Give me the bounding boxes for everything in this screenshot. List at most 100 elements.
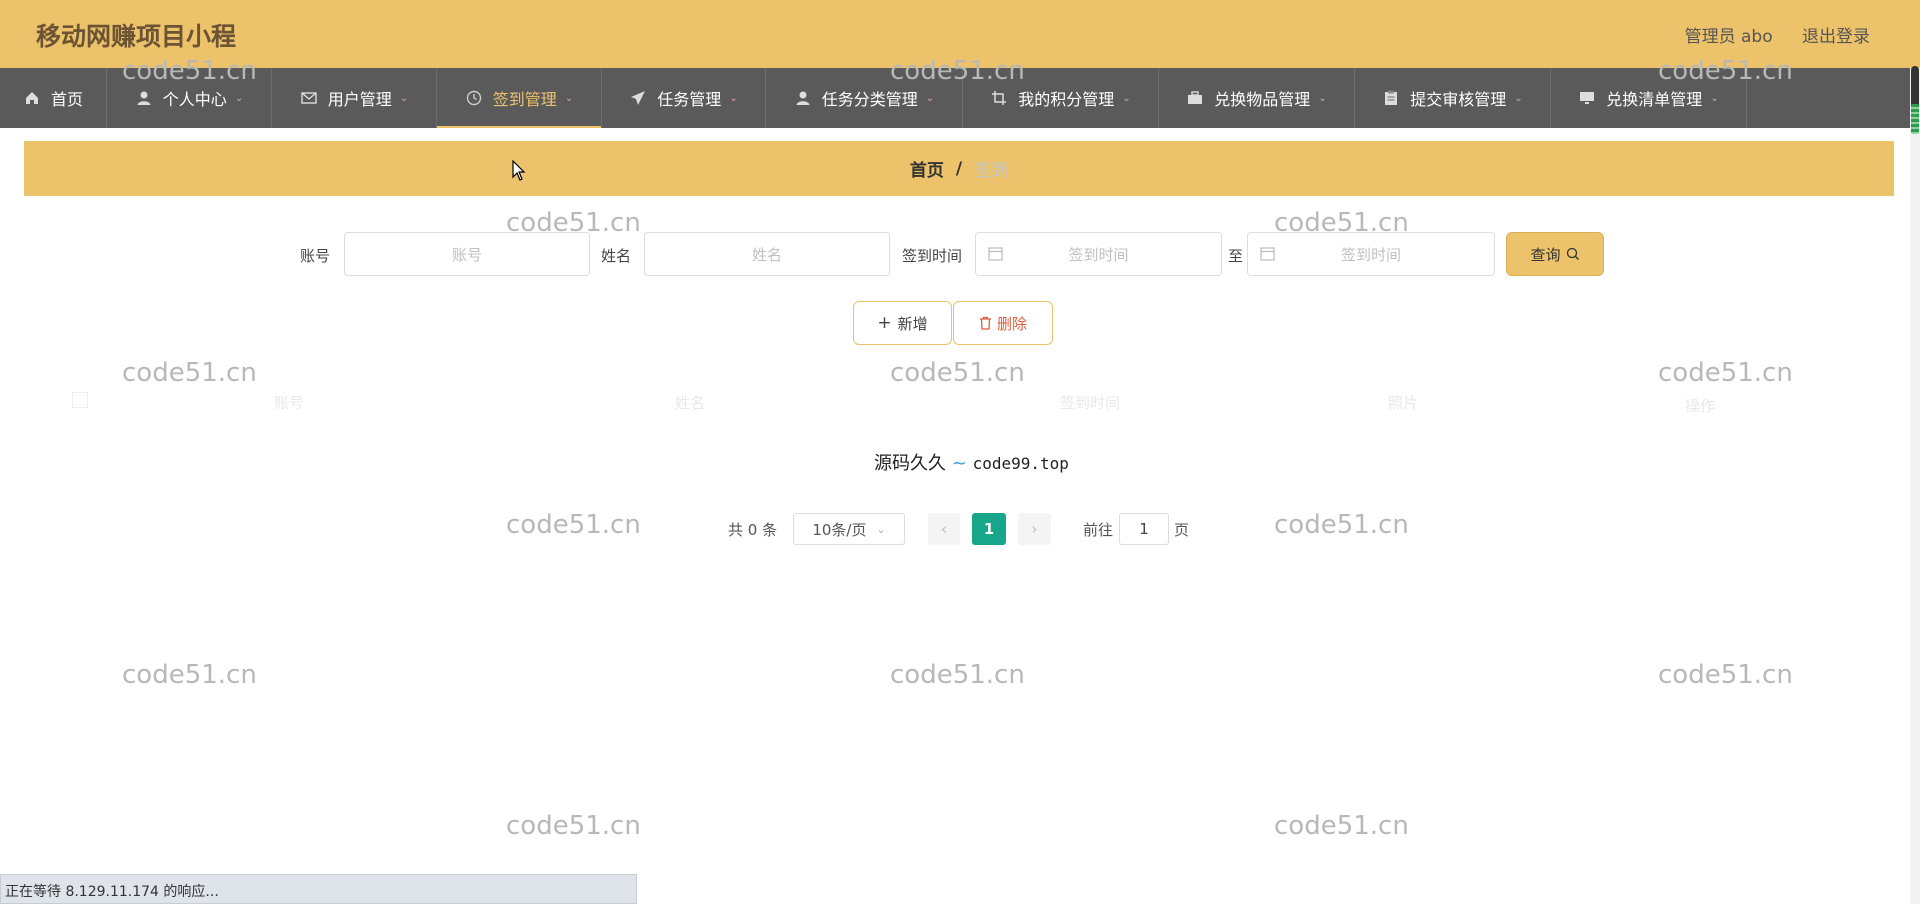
breadcrumb-separator: / [955,158,963,179]
header-user-area: 管理员 abo 退出登录 [1661,22,1870,47]
chevron-down-icon: ⌄ [1514,92,1523,104]
breadcrumb-current: 签到 [974,161,1009,181]
chevron-down-icon: ⌄ [564,92,574,104]
chevron-down-icon: ⌄ [399,92,409,104]
start-date-placeholder: 签到时间 [1068,245,1129,264]
nav-label: 任务分类管理 [821,90,918,109]
person-icon [794,89,812,107]
nav-item-tasks[interactable]: 任务管理 ⌄ [602,68,766,128]
logout-link[interactable]: 退出登录 [1802,27,1870,47]
prev-page-button[interactable]: ‹ [928,513,960,545]
empty-text-cn: 源码久久 [874,453,946,474]
watermark: code51.cn [506,811,641,841]
person-icon [135,89,153,107]
watermark: code51.cn [890,660,1025,690]
chevron-down-icon: ⌄ [234,92,244,104]
add-button[interactable]: + 新增 [853,301,952,345]
calendar-icon [988,246,1003,261]
watermark: code51.cn [1274,811,1409,841]
chevron-right-icon: › [1031,520,1038,538]
page-number-button[interactable]: 1 [972,513,1006,545]
name-placeholder: 姓名 [751,245,782,264]
top-header: 移动网赚项目小程 管理员 abo 退出登录 [0,0,1920,68]
page-unit-label: 页 [1174,521,1190,539]
name-label: 姓名 [601,247,632,265]
watermark: code51.cn [1658,660,1793,690]
table-header: 账号 姓名 签到时间 照片 操作 [66,378,1856,426]
chevron-down-icon: ⌄ [729,92,738,104]
mouse-cursor-icon [512,159,526,186]
goto-page-value: 1 [1139,520,1149,538]
nav-item-users[interactable]: 用户管理 ⌄ [272,68,437,128]
monitor-icon [1578,89,1596,107]
admin-user-label: 管理员 abo [1684,27,1773,47]
column-header-photo[interactable]: 照片 [1388,392,1418,413]
wave-icon: ~ [951,453,967,474]
nav-label: 签到管理 [492,90,557,109]
nav-item-checkin[interactable]: 签到管理 ⌄ [437,68,602,128]
breadcrumb: 首页 / 签到 [24,141,1894,196]
nav-label: 任务管理 [657,90,722,109]
clock-icon [465,89,483,107]
column-header-name[interactable]: 姓名 [675,392,705,413]
nav-item-review[interactable]: 提交审核管理 ⌄ [1355,68,1551,128]
page-scrollbar[interactable] [1910,68,1920,904]
browser-status-bar: 正在等待 8.129.11.174 的响应... [0,874,637,904]
column-header-account[interactable]: 账号 [274,392,304,413]
pagination-total: 共 0 条 [728,521,778,539]
nav-item-task-category[interactable]: 任务分类管理 ⌄ [766,68,963,128]
column-header-checkin-time[interactable]: 签到时间 [1060,392,1120,413]
app-title: 移动网赚项目小程 [36,22,237,51]
clipboard-icon [1382,89,1400,107]
goto-page-input[interactable]: 1 [1119,513,1169,545]
nav-item-profile[interactable]: 个人中心 ⌄ [107,68,272,128]
account-input[interactable]: 账号 [344,232,590,276]
breadcrumb-home[interactable]: 首页 [910,156,944,181]
nav-item-my-points[interactable]: 我的积分管理 ⌄ [963,68,1159,128]
nav-label: 我的积分管理 [1018,90,1115,109]
account-placeholder: 账号 [451,245,482,264]
column-header-actions: 操作 [1685,397,1716,415]
delete-button[interactable]: 删除 [953,301,1053,345]
query-label: 查询 [1530,245,1561,264]
checkin-start-date-input[interactable]: 签到时间 [975,232,1222,276]
end-date-placeholder: 签到时间 [1340,245,1401,264]
chevron-left-icon: ‹ [941,520,947,538]
mail-icon [300,89,318,107]
nav-item-home[interactable]: 首页 [0,68,107,128]
crop-icon [990,89,1008,107]
account-label: 账号 [300,247,331,265]
watermark: code51.cn [122,660,257,690]
name-input[interactable]: 姓名 [644,232,890,276]
empty-table-text: 源码久久 ~ code99.top [874,449,1069,475]
nav-label: 首页 [50,90,83,109]
add-label: 新增 [897,314,928,333]
page-size-value: 10条/页 [812,520,867,539]
main-content: 账号 账号 姓名 姓名 签到时间 签到时间 至 签到时间 查询 + 新增 删除 … [24,208,1894,568]
chevron-down-icon: ⌄ [925,92,935,104]
home-icon [23,89,41,107]
chevron-down-icon: ⌄ [1318,92,1327,104]
checkin-time-label: 签到时间 [902,247,963,265]
goto-label: 前往 [1083,521,1114,539]
next-page-button[interactable]: › [1018,513,1051,545]
query-button[interactable]: 查询 [1506,232,1604,276]
calendar-icon [1260,246,1275,261]
nav-item-exchange-list[interactable]: 兑换清单管理 ⌄ [1551,68,1747,128]
empty-text-en: code99.top [972,454,1069,473]
nav-item-exchange-items[interactable]: 兑换物品管理 ⌄ [1159,68,1355,128]
nav-label: 个人中心 [162,90,227,109]
briefcase-icon [1186,89,1204,107]
delete-label: 删除 [996,314,1027,333]
to-label: 至 [1228,247,1244,265]
plus-icon: + [877,313,892,333]
chevron-down-icon: ⌄ [876,522,886,536]
nav-label: 提交审核管理 [1410,90,1507,109]
scrollbar-indicator [1911,104,1919,134]
checkin-end-date-input[interactable]: 签到时间 [1247,232,1495,276]
page-size-select[interactable]: 10条/页 ⌄ [793,513,905,545]
select-all-checkbox[interactable] [72,392,88,408]
chevron-down-icon: ⌄ [1710,92,1719,104]
chevron-down-icon: ⌄ [1122,92,1131,104]
search-icon [1566,247,1580,261]
